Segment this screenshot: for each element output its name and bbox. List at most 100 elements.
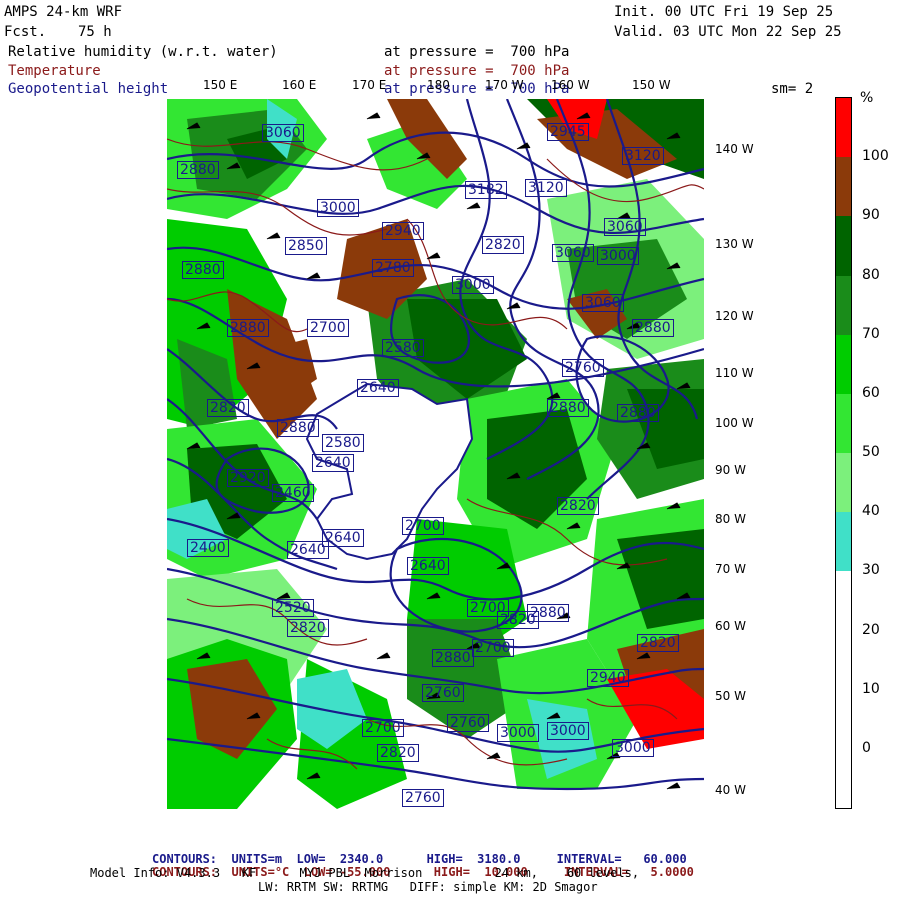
height-contour-label: 3000 [547, 722, 589, 740]
height-contour-label: 2945 [547, 123, 589, 141]
forecast-hour: 75 h [78, 24, 112, 40]
height-contour-label: 3000 [497, 724, 539, 742]
colorbar-label: 70 [862, 325, 880, 342]
height-contour-label: 2640 [322, 529, 364, 547]
height-contour-label: 2700 [307, 319, 349, 337]
height-contour-label: 2880 [527, 604, 569, 622]
height-contour-label: 2880 [177, 161, 219, 179]
valid-time: Valid. 03 UTC Mon 22 Sep 25 [614, 24, 842, 40]
height-contour-label: 2880 [227, 319, 269, 337]
height-contour-label: 3000 [612, 739, 654, 757]
init-time: Init. 00 UTC Fri 19 Sep 25 [614, 4, 834, 20]
height-contour-label: 2820 [557, 497, 599, 515]
lon-label: 160 W [551, 78, 590, 92]
map-canvas [167, 99, 704, 809]
height-contour-label: 2640 [407, 557, 449, 575]
height-contour-label: 3060 [262, 124, 304, 142]
height-contour-label: 3120 [525, 179, 567, 197]
colorbar-bin [836, 689, 851, 750]
colorbar-bin [836, 393, 851, 454]
colorbar-label: 10 [862, 680, 880, 697]
height-contour-label: 2850 [285, 237, 327, 255]
footer-model-info: Model Info: V4.3.3 KF MYJ PBL Morrison 2… [90, 866, 640, 880]
height-contour-label: 2700 [472, 639, 514, 657]
colorbar-bin [836, 630, 851, 691]
colorbar-bin [836, 571, 851, 631]
footer-physics: LW: RRTM SW: RRTMG DIFF: simple KM: 2D S… [258, 880, 598, 894]
height-contour-label: 2580 [322, 434, 364, 452]
forecast-label: Fcst. [4, 24, 47, 40]
colorbar-label: 60 [862, 384, 880, 401]
height-contour-label: 3000 [597, 247, 639, 265]
height-contour-label: 2760 [422, 684, 464, 702]
colorbar-label: 50 [862, 444, 880, 460]
lon-label-right: 110 W [715, 366, 754, 380]
height-contour-label: 2940 [587, 669, 629, 687]
height-contour-label: 3182 [465, 181, 507, 199]
lon-label-right: 70 W [715, 562, 746, 576]
field-temp-level: at pressure = 700 hPa [384, 63, 570, 79]
colorbar-label: 30 [862, 562, 880, 579]
colorbar-label: 90 [862, 207, 880, 224]
colorbar-bin [836, 275, 851, 336]
height-contour-label: 2640 [312, 454, 354, 472]
colorbar-bin [836, 512, 851, 572]
height-contour-label: 3060 [552, 244, 594, 262]
height-contour-label: 2700 [362, 719, 404, 737]
height-contour-label: 2400 [187, 539, 229, 557]
field-hgt-level: at pressure = 700 hPa [384, 81, 570, 97]
height-contour-label: 3120 [622, 147, 664, 165]
height-contour-label: 3000 [317, 199, 359, 217]
lon-label-right: 140 W [715, 142, 754, 156]
lon-label-right: 90 W [715, 463, 746, 477]
height-contour-label: 3060 [582, 294, 624, 312]
field-hgt-name: Geopotential height [8, 81, 169, 97]
colorbar-label: 100 [862, 148, 889, 165]
height-contour-label: 2820 [377, 744, 419, 762]
height-contour-label: 2760 [562, 359, 604, 377]
height-contour-label: 2700 [402, 517, 444, 535]
lon-label: 150 E [203, 78, 238, 92]
lon-label: 170 W [485, 78, 524, 92]
lon-label-right: 120 W [715, 309, 754, 323]
height-contour-label: 2580 [382, 339, 424, 357]
height-contour-label: 2880 [632, 319, 674, 337]
height-contour-label: 2520 [272, 599, 314, 617]
lon-label-right: 60 W [715, 619, 746, 633]
lon-label: 150 W [632, 78, 671, 92]
height-contour-label: 2820 [207, 399, 249, 417]
colorbar-label: 80 [862, 266, 880, 283]
map-panel: 3060 2880 3000 2880 2940 3182 3120 2945 3120 3060… [167, 99, 704, 809]
height-contour-label: 2940 [382, 222, 424, 240]
lon-label-right: 80 W [715, 512, 746, 526]
height-contour-label: 2760 [447, 714, 489, 732]
height-contour-label: 2780 [372, 259, 414, 277]
colorbar-unit: % [860, 90, 874, 106]
lon-label: 160 E [282, 78, 317, 92]
colorbar-label: 40 [862, 503, 880, 520]
field-temp-name: Temperature [8, 63, 101, 79]
field-rh-name: Relative humidity (w.r.t. water) [8, 44, 278, 60]
lon-label-right: 100 W [715, 416, 754, 430]
height-contour-label: 2820 [287, 619, 329, 637]
height-contour-label: 2880 [617, 404, 659, 422]
colorbar-label: 20 [862, 621, 880, 638]
lon-label: 180 [427, 78, 450, 92]
colorbar-label: 0 [862, 739, 871, 756]
height-contour-label: 3000 [452, 276, 494, 294]
height-contour-label: 2820 [637, 634, 679, 652]
colorbar-bin [836, 98, 851, 158]
lon-label-right: 50 W [715, 689, 746, 703]
colorbar-bin [836, 453, 851, 513]
field-rh-level: at pressure = 700 hPa [384, 44, 570, 60]
height-contour-label: 3060 [604, 218, 646, 236]
colorbar-bin [836, 748, 851, 809]
height-contour-label: 2460 [272, 484, 314, 502]
colorbar-bin [836, 157, 851, 217]
lon-label-right: 40 W [715, 783, 746, 797]
lon-label: 170 E [352, 78, 387, 92]
colorbar [835, 97, 852, 809]
lon-label-right: 130 W [715, 237, 754, 251]
colorbar-bin [836, 216, 851, 276]
smoothing-label: sm= 2 [771, 81, 814, 97]
